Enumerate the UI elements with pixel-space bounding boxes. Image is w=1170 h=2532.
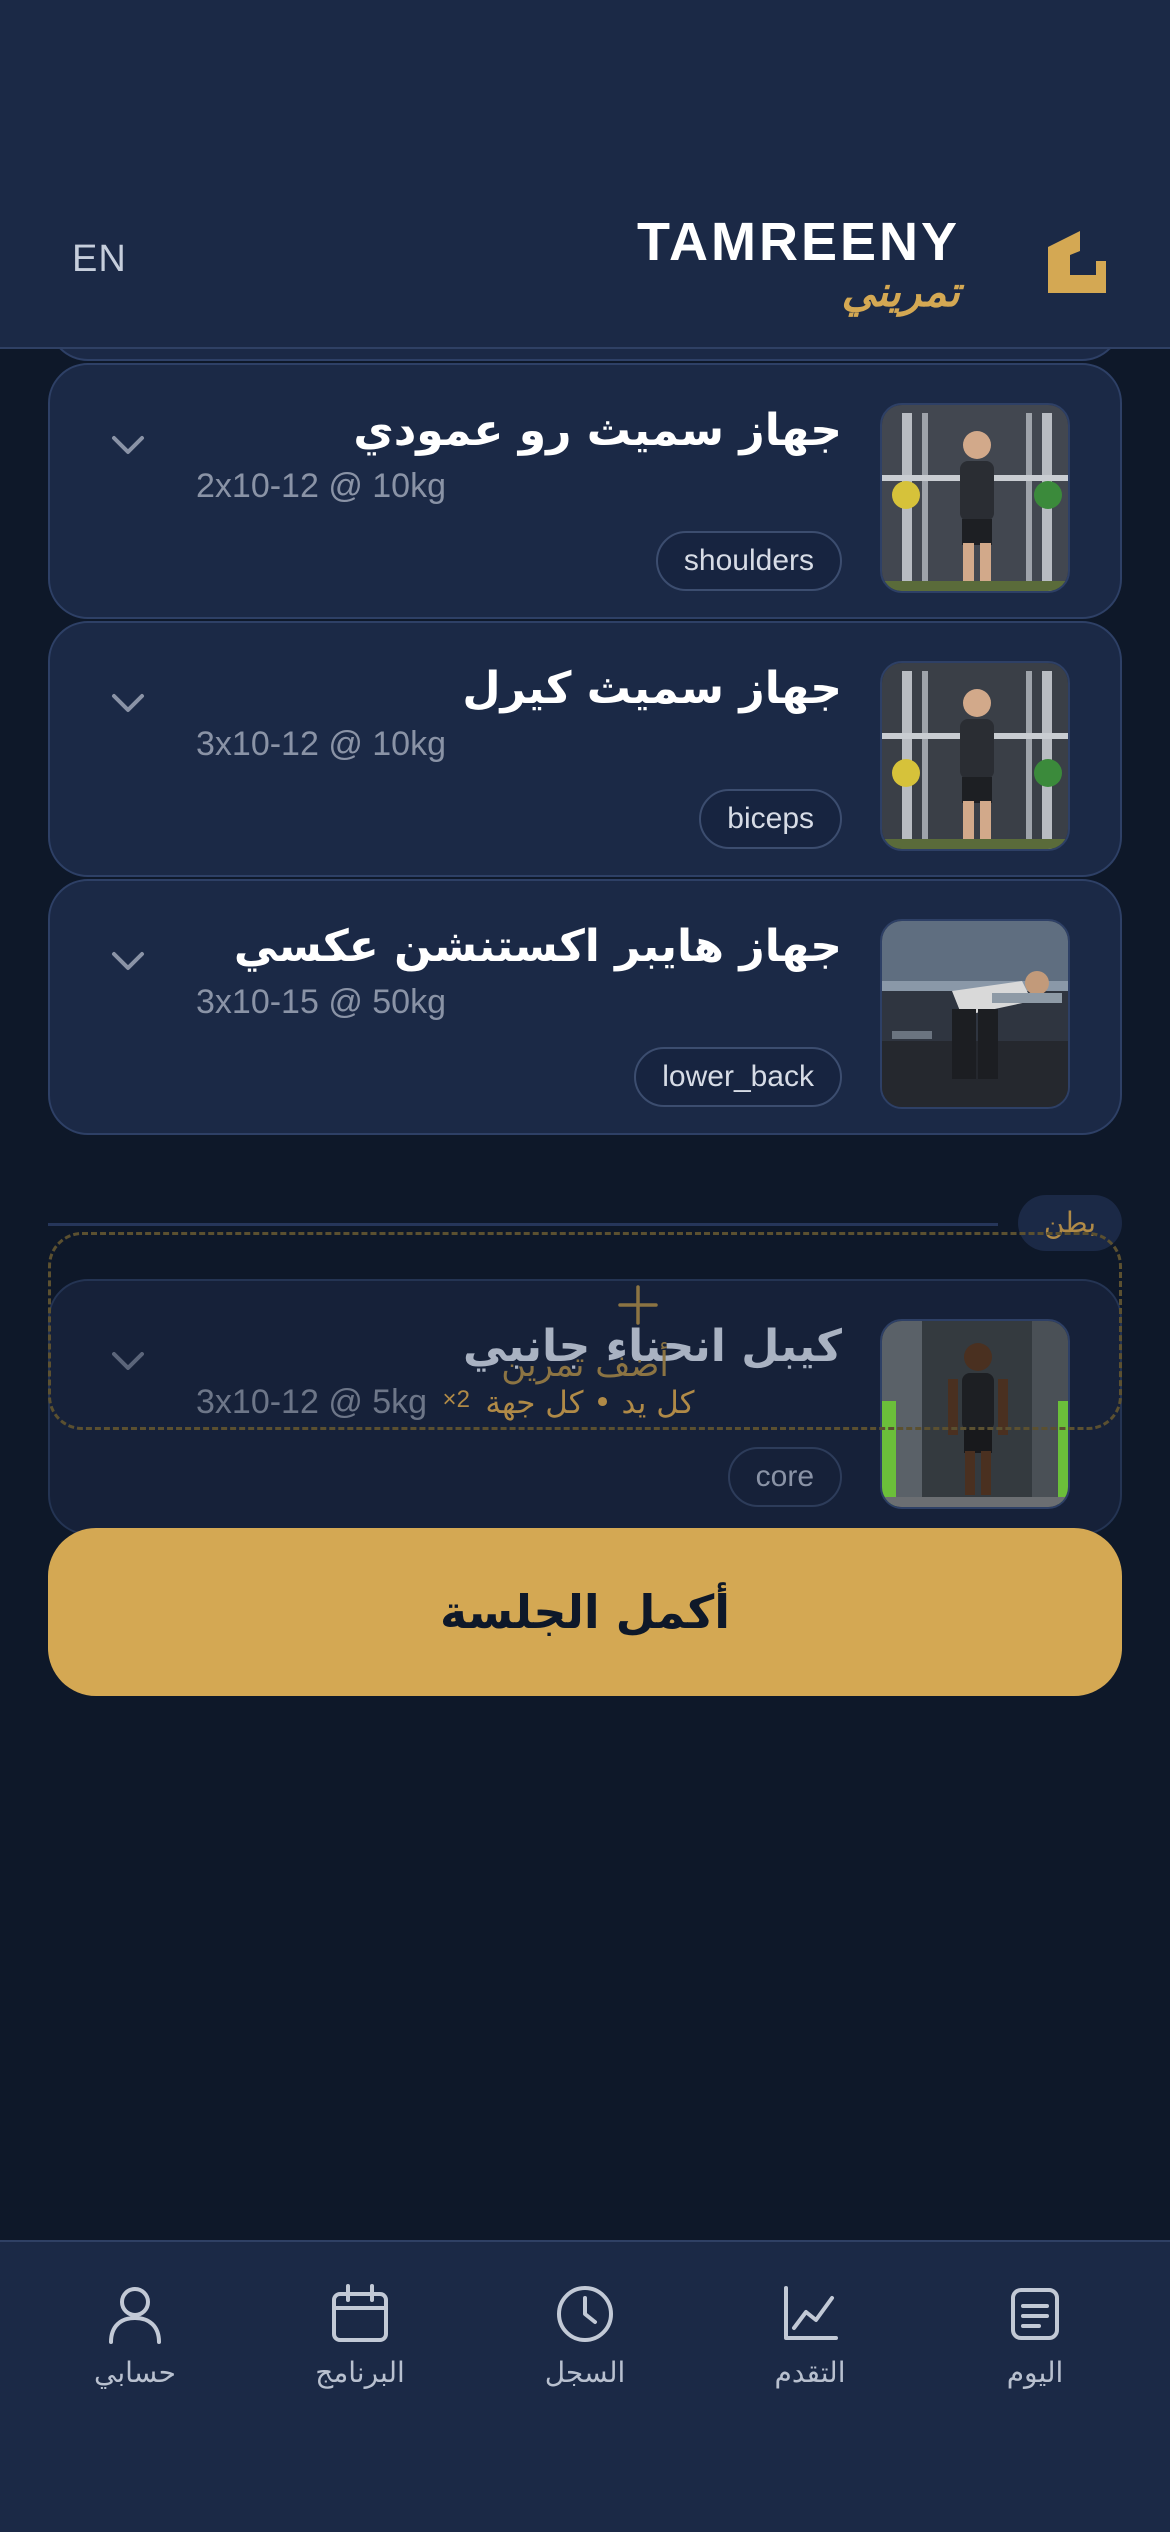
exercise-title: جهاز سميث كيرل [462,663,842,714]
nav-label-account: حسابي [94,2356,176,2389]
chevron-down-icon[interactable] [108,425,148,465]
logo-icon [1048,231,1106,293]
nav-label-today: اليوم [1006,2356,1064,2389]
exercise-title: جهاز هايبر اكستنشن عكسي [233,921,842,972]
muscle-tag: shoulders [655,531,842,591]
brand-name-ar: تمريني [841,267,960,316]
exercise-thumbnail [880,403,1070,593]
exercise-prescription: 3x10-15 @ 50kg [196,983,447,1021]
language-toggle[interactable]: EN [72,238,127,281]
exercise-title: جهاز سميث رو عمودي [353,405,842,456]
brand-name-en: TAMREENY [636,212,960,272]
muscle-tag: lower_back [634,1047,842,1107]
nav-label-program: البرنامج [315,2356,405,2389]
muscle-tag: core [727,1447,842,1507]
document-icon [1011,2288,1059,2340]
nav-item-program[interactable]: البرنامج [260,2282,460,2412]
nav-label-progress: التقدم [774,2356,846,2389]
brand-logo: TAMREENY تمريني [637,205,1110,325]
section-divider [48,1223,998,1226]
chevron-down-icon[interactable] [108,683,148,723]
calendar-icon [332,2284,388,2342]
nav-item-account[interactable]: حسابي [35,2282,235,2412]
exercise-thumbnail [880,919,1070,1109]
user-icon [109,2287,161,2344]
add-exercise-button[interactable]: أضف تمرين [48,1232,1122,1430]
plus-icon [618,1285,658,1325]
nav-item-history[interactable]: السجل [485,2282,685,2412]
nav-item-today[interactable]: اليوم [935,2282,1135,2412]
muscle-tag: biceps [699,789,842,849]
exercise-thumbnail [880,661,1070,851]
exercise-card[interactable]: جهاز هايبر اكستنشن عكسي 3x10-15 @ 50kg l… [48,879,1122,1135]
bottom-nav: اليوم التقدم السجل البرنامج حسابي [0,2240,1170,2532]
app-header: EN TAMREENY تمريني [0,0,1170,349]
nav-label-history: السجل [544,2356,626,2389]
exercise-card[interactable]: جهاز سميث كيرل 3x10-12 @ 10kg biceps [48,621,1122,877]
exercise-card[interactable]: جهاز سميث رو عمودي 2x10-12 @ 10kg should… [48,363,1122,619]
exercise-prescription: 3x10-12 @ 10kg [196,725,447,763]
complete-session-button[interactable]: أكمل الجلسة [48,1528,1122,1696]
nav-item-progress[interactable]: التقدم [710,2282,910,2412]
exercise-prescription: 2x10-12 @ 10kg [196,467,447,505]
chevron-down-icon[interactable] [108,941,148,981]
clock-icon [557,2286,613,2342]
chart-icon [784,2286,838,2340]
add-exercise-label: أضف تمرين [501,1345,669,1385]
